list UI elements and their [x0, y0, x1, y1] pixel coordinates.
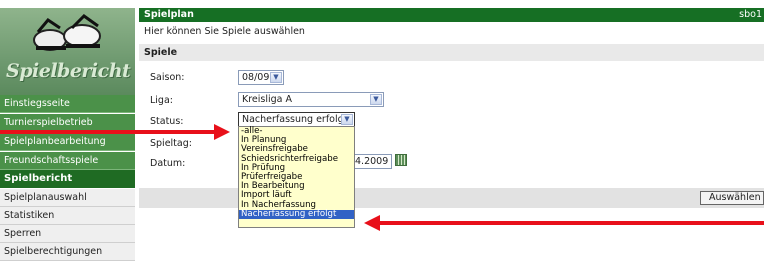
annotation-arrow-right — [0, 130, 216, 134]
status-dropdown-list[interactable]: -alle- In Planung Vereinsfreigabe Schiedsri… — [238, 126, 355, 228]
sidebar-item-sperren[interactable]: Sperren — [0, 225, 135, 243]
logo-text: Spielbericht — [6, 60, 131, 82]
chevron-down-icon[interactable]: ▼ — [341, 114, 353, 125]
status-label: Status: — [150, 116, 184, 127]
sidebar-item-label: Spielbericht — [4, 173, 73, 184]
arrowhead-left-icon — [364, 215, 380, 231]
calendar-icon[interactable] — [395, 154, 407, 166]
section-title: Spiele — [139, 44, 764, 61]
sidebar-item-spielplanbearbeitung[interactable]: Spielplanbearbeitung — [0, 133, 135, 151]
saison-label: Saison: — [150, 72, 185, 83]
liga-label: Liga: — [150, 95, 173, 106]
action-bar — [139, 188, 764, 208]
saison-select[interactable]: 08/09 ▼ — [238, 70, 284, 85]
status-value: Nacherfassung erfolgt — [242, 114, 348, 125]
sidebar-item-label: Spielplanbearbeitung — [4, 136, 106, 147]
status-option[interactable]: Nacherfassung erfolgt — [239, 209, 354, 219]
sidebar-item-label: Freundschaftsspiele — [4, 155, 99, 166]
sidebar-item-einstiegsseite[interactable]: Einstiegsseite — [0, 95, 135, 113]
sidebar-item-label: Spielberechtigungen — [4, 246, 103, 257]
sidebar: Spielbericht Einstiegsseite Turnierspiel… — [0, 0, 135, 261]
liga-select[interactable]: Kreisliga A ▼ — [238, 92, 384, 107]
sidebar-item-freundschaftsspiele[interactable]: Freundschaftsspiele — [0, 152, 135, 170]
sidebar-item-label: Statistiken — [4, 210, 55, 221]
user-name: sbo1 — [739, 9, 762, 20]
arrowhead-right-icon — [214, 124, 230, 140]
datum-input[interactable]: 4.2009 — [352, 154, 392, 169]
page-title-bar: Spielplan sbo1 — [139, 8, 764, 22]
sidebar-item-statistiken[interactable]: Statistiken — [0, 207, 135, 225]
sidebar-item-spielberechtigungen[interactable]: Spielberechtigungen — [0, 243, 135, 261]
intro-text: Hier können Sie Spiele auswählen — [144, 26, 305, 37]
datum-label: Datum: — [150, 158, 186, 169]
annotation-arrow-left — [378, 221, 764, 225]
sidebar-item-label: Turnierspielbetrieb — [4, 117, 93, 128]
spieltag-label: Spieltag: — [150, 138, 192, 149]
sidebar-item-spielplanauswahl[interactable]: Spielplanauswahl — [0, 189, 135, 207]
chevron-down-icon[interactable]: ▼ — [370, 94, 382, 105]
sidebar-item-label: Sperren — [4, 228, 42, 239]
spielbericht-logo: Spielbericht — [0, 8, 135, 95]
sidebar-item-label: Einstiegsseite — [4, 98, 70, 109]
sidebar-item-label: Spielplanauswahl — [4, 192, 87, 203]
saison-value: 08/09 — [242, 72, 270, 83]
page-title: Spielplan — [144, 9, 194, 20]
liga-value: Kreisliga A — [242, 94, 293, 105]
sidebar-item-spielbericht[interactable]: Spielbericht — [0, 170, 135, 188]
status-select[interactable]: Nacherfassung erfolgt ▼ — [238, 112, 355, 127]
boots-icon — [33, 14, 101, 51]
auswaehlen-button[interactable]: Auswählen — [700, 191, 764, 205]
chevron-down-icon[interactable]: ▼ — [270, 72, 282, 83]
